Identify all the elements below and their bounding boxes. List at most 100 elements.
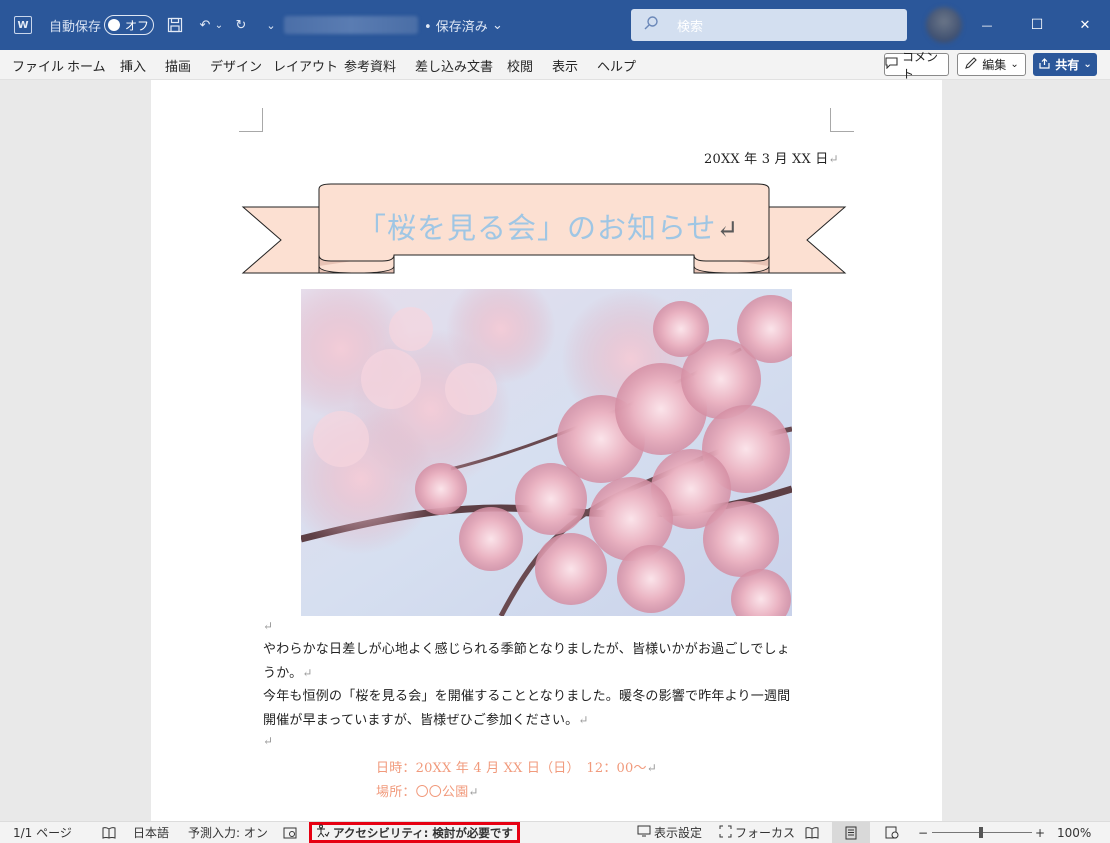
tab-layout[interactable]: レイアウト [273,50,338,80]
share-button[interactable]: 共有 ⌄ [1033,53,1097,76]
tab-references[interactable]: 参考資料 [344,50,396,80]
autosave-toggle[interactable]: オフ [104,0,154,50]
accessibility-text: アクセシビリティ: 検討が必要です [333,825,513,840]
comment-label: コメント [902,49,939,81]
paragraph-mark: ↵ [302,666,313,680]
share-icon [1038,57,1051,73]
tab-review[interactable]: 校閲 [507,50,533,80]
date-line[interactable]: 20XX 年 3 月 XX 日↵ [704,148,839,167]
print-layout-icon[interactable] [832,822,870,843]
customize-quick-access-icon[interactable]: ⌄ [260,0,282,50]
chevron-down-icon: ⌄ [1083,59,1092,70]
focus-label: フォーカス [735,826,796,840]
paragraph-mark: ↵ [578,713,589,727]
date-text: 20XX 年 3 月 XX 日 [704,152,829,167]
undo-dropdown-icon[interactable]: ⌄ [212,0,226,50]
comment-button[interactable]: コメント [884,50,949,81]
paragraph-mark: ↵ [263,734,274,748]
title-bar: W 自動保存 オフ ↶ ⌄ ↻ ⌄ • 保存済み ⌄ 検索 — ☐ ✕ [0,0,1110,50]
cherry-blossom-photo[interactable] [301,289,792,616]
body-line[interactable]: やわらかな日差しが心地よく感じられる季節となりましたが、皆様いかがお過ごしでしょ [263,638,790,657]
tab-file[interactable]: ファイル [12,50,64,80]
zoom-level[interactable]: 100% [1057,822,1091,843]
web-layout-icon[interactable] [884,822,900,843]
paragraph-mark: ↵ [646,761,657,775]
display-settings-icon [637,825,651,840]
pencil-icon [964,56,978,73]
tab-view[interactable]: 表示 [552,50,578,80]
maximize-button[interactable]: ☐ [1014,0,1060,50]
paragraph-mark: ↵ [263,619,274,633]
ribbon-tabs: ファイル ホーム 挿入 描画 デザイン レイアウト 参考資料 差し込み文書 校閲… [0,50,1110,81]
display-settings-label: 表示設定 [654,826,703,840]
tab-mailings[interactable]: 差し込み文書 [415,50,493,80]
accessibility-icon [316,824,330,841]
maximize-icon: ☐ [1030,17,1044,33]
save-status-text: • 保存済み [424,19,488,35]
document-name-blurred[interactable] [284,0,418,50]
datetime-text: 日時：20XX 年 4 月 XX 日（日） 12：00～ [376,761,647,776]
body-line-text: 今年も恒例の「桜を見る会」を開催することとなりました。暖冬の影響で昨年より一週間 [263,689,791,704]
search-placeholder: 検索 [677,19,704,35]
accessibility-checker[interactable]: アクセシビリティ: 検討が必要です [309,822,520,843]
track-changes-icon[interactable] [283,822,297,843]
save-icon[interactable] [164,0,186,50]
document-page[interactable]: 20XX 年 3 月 XX 日↵ 「桜を見る会」のお知らせ↵ ↵ やわらかな日差… [151,80,942,821]
zoom-in-button[interactable]: + [1035,822,1045,843]
close-button[interactable]: ✕ [1062,0,1108,50]
editing-mode-button[interactable]: 編集 ⌄ [957,53,1026,76]
account-button[interactable] [924,0,964,50]
focus-button[interactable]: フォーカス [719,822,795,843]
banner-title-text: 「桜を見る会」のお知らせ [357,211,717,245]
body-line[interactable]: うか。↵ [263,662,313,681]
event-datetime[interactable]: 日時：20XX 年 4 月 XX 日（日） 12：00～↵ [376,757,657,776]
avatar [926,7,962,43]
paragraph-mark: ↵ [468,785,479,799]
paragraph-mark: ↵ [716,215,740,245]
search-icon [643,15,659,35]
place-text: 場所：〇〇公園 [376,785,469,800]
redo-icon[interactable]: ↻ [230,0,252,50]
body-line-text: うか。 [263,666,303,681]
document-canvas[interactable]: 20XX 年 3 月 XX 日↵ 「桜を見る会」のお知らせ↵ ↵ やわらかな日差… [0,80,1110,821]
event-place[interactable]: 場所：〇〇公園↵ [376,781,479,800]
display-settings-button[interactable]: 表示設定 [637,822,702,843]
search-box[interactable]: 検索 [631,9,907,41]
close-icon: ✕ [1079,17,1091,33]
autosave-label: 自動保存 [49,19,102,35]
tab-draw[interactable]: 描画 [165,50,191,80]
save-status[interactable]: • 保存済み ⌄ [424,0,503,50]
autosave-state: オフ [125,18,150,33]
empty-paragraph[interactable]: ↵ [263,734,273,749]
tab-home[interactable]: ホーム [67,50,106,80]
read-mode-icon[interactable] [804,822,820,843]
toggle-knob [108,19,120,31]
minimize-icon: — [981,18,993,32]
predictive-input-indicator[interactable]: 予測入力: オン [188,822,268,843]
tab-help[interactable]: ヘルプ [597,50,636,80]
tab-design[interactable]: デザイン [210,50,262,80]
body-line-text: やわらかな日差しが心地よく感じられる季節となりましたが、皆様いかがお過ごしでしょ [263,642,790,657]
body-line[interactable]: 今年も恒例の「桜を見る会」を開催することとなりました。暖冬の影響で昨年より一週間 [263,685,790,704]
comment-icon [885,57,898,72]
empty-paragraph[interactable]: ↵ [263,619,273,634]
banner-title[interactable]: 「桜を見る会」のお知らせ↵ [357,205,739,247]
focus-icon [719,825,732,841]
page-indicator[interactable]: 1/1 ページ [13,822,72,843]
status-bar: 1/1 ページ 日本語 予測入力: オン アクセシビリティ: 検討が必要です 表… [0,821,1110,843]
edit-label: 編集 [982,58,1007,72]
zoom-out-button[interactable]: − [918,822,928,843]
minimize-button[interactable]: — [964,0,1010,50]
word-app-icon: W [14,0,36,50]
zoom-slider-thumb[interactable] [979,827,983,838]
body-line-text: 開催が早まっていますが、皆様ぜひご参加ください。 [263,713,579,728]
chevron-down-icon: ⌄ [491,17,503,33]
chevron-down-icon: ⌄ [1010,59,1019,70]
book-icon[interactable] [102,822,116,843]
paragraph-mark: ↵ [828,152,839,166]
tab-insert[interactable]: 挿入 [120,50,146,80]
crop-mark-right [830,108,854,132]
body-line[interactable]: 開催が早まっていますが、皆様ぜひご参加ください。↵ [263,709,589,728]
word-icon: W [14,16,32,34]
language-indicator[interactable]: 日本語 [133,822,169,843]
